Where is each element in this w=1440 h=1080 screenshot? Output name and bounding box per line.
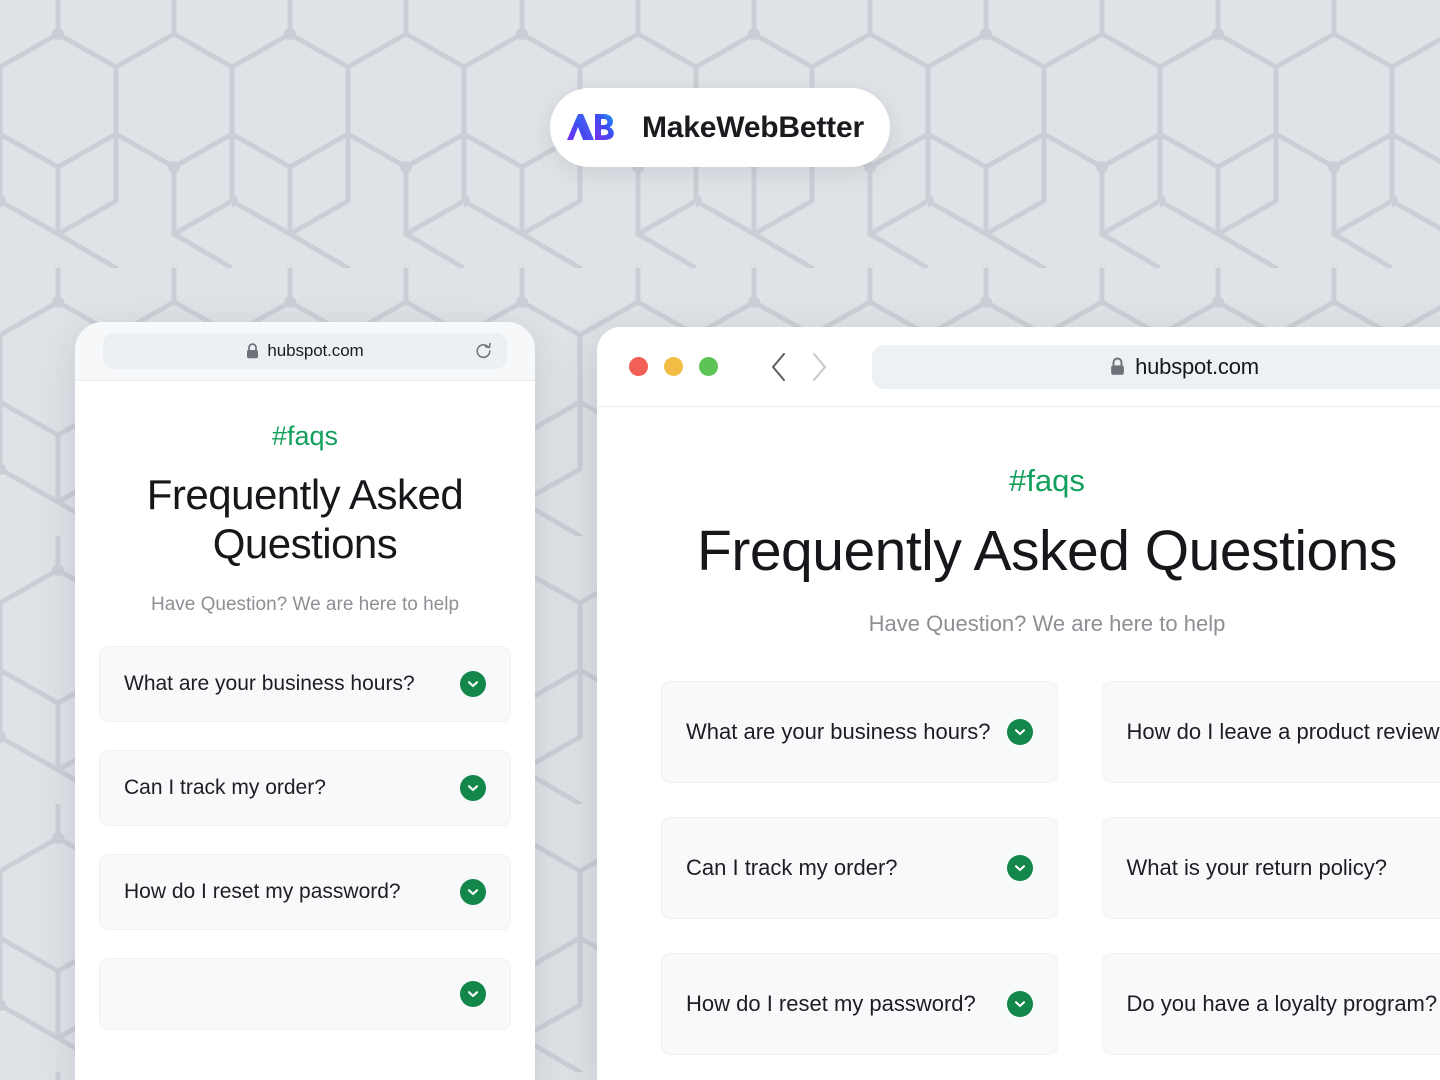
mobile-page-content: #faqs Frequently Asked Questions Have Qu… — [75, 421, 535, 1080]
faq-question: What is your return policy? — [1126, 854, 1387, 880]
faq-accordion-item[interactable]: What are your business hours? — [99, 646, 511, 723]
faq-accordion-item[interactable]: How do I leave a product review? — [1101, 680, 1440, 783]
chevron-down-circle-icon[interactable] — [460, 774, 486, 801]
mobile-browser-window: hubspot.com #faqs Frequently Asked Quest… — [75, 322, 535, 1080]
faq-accordion-item[interactable]: What are your business hours? — [661, 680, 1058, 783]
chevron-left-icon[interactable] — [770, 352, 788, 382]
lock-icon — [1110, 357, 1125, 376]
desktop-url-text: hubspot.com — [1135, 353, 1259, 379]
chevron-down-circle-icon[interactable] — [460, 878, 486, 905]
minimize-button[interactable] — [664, 357, 683, 376]
desktop-faq-accordion-grid: What are your business hours? How do I l… — [661, 680, 1440, 1055]
faq-question: Can I track my order? — [686, 854, 898, 880]
faq-accordion-item[interactable]: Do you have a loyalty program? — [1101, 952, 1440, 1055]
page-subtitle: Have Question? We are here to help — [150, 594, 460, 616]
chevron-down-circle-icon[interactable] — [1006, 854, 1033, 881]
makewebbetter-logo-icon — [560, 96, 622, 159]
close-button[interactable] — [629, 357, 648, 376]
mobile-url-text: hubspot.com — [267, 341, 364, 360]
faq-accordion-item[interactable]: What is your return policy? — [1101, 816, 1440, 919]
faq-question: How do I leave a product review? — [1126, 718, 1440, 744]
desktop-url-bar[interactable]: hubspot.com — [872, 344, 1440, 389]
chevron-right-icon[interactable] — [810, 352, 828, 382]
faq-question: How do I reset my password? — [124, 879, 401, 903]
faq-eyebrow: #faqs — [1009, 463, 1085, 498]
brand-badge: MakeWebBetter — [550, 88, 890, 167]
faq-accordion-item[interactable]: Can I track my order? — [661, 816, 1058, 919]
page-subtitle: Have Question? We are here to help — [868, 610, 1226, 636]
faq-question: Can I track my order? — [124, 776, 326, 800]
mobile-faq-accordion-list: What are your business hours? Can I trac… — [99, 646, 511, 1030]
faq-accordion-item[interactable] — [99, 957, 511, 1030]
maximize-button[interactable] — [699, 357, 718, 376]
faq-question: How do I reset my password? — [686, 990, 976, 1016]
chevron-down-circle-icon[interactable] — [1006, 718, 1033, 745]
desktop-browser-window: hubspot.com #faqs Frequently Asked Quest… — [597, 327, 1440, 1080]
desktop-page-content: #faqs Frequently Asked Questions Have Qu… — [597, 407, 1440, 1080]
page-title: Frequently Asked Questions — [697, 519, 1397, 583]
reload-icon[interactable] — [474, 342, 493, 361]
navigation-arrows — [770, 352, 828, 382]
page-title: Frequently Asked Questions — [146, 471, 464, 568]
faq-question: What are your business hours? — [686, 718, 991, 744]
faq-question: Do you have a loyalty program? — [1126, 990, 1438, 1016]
mobile-url-bar[interactable]: hubspot.com — [103, 333, 507, 369]
chevron-down-circle-icon[interactable] — [460, 671, 486, 698]
desktop-browser-chrome: hubspot.com — [597, 327, 1440, 407]
brand-name: MakeWebBetter — [642, 110, 864, 144]
faq-accordion-item[interactable]: How do I reset my password? — [661, 952, 1058, 1055]
mobile-browser-chrome: hubspot.com — [75, 322, 535, 381]
chevron-down-circle-icon[interactable] — [460, 980, 486, 1007]
window-traffic-lights — [629, 357, 718, 376]
faq-accordion-item[interactable]: How do I reset my password? — [99, 853, 511, 930]
faq-eyebrow: #faqs — [271, 421, 339, 451]
chevron-down-circle-icon[interactable] — [1006, 990, 1033, 1017]
lock-icon — [246, 343, 259, 359]
faq-accordion-item[interactable]: Can I track my order? — [99, 750, 511, 826]
faq-question: What are your business hours? — [124, 672, 415, 696]
